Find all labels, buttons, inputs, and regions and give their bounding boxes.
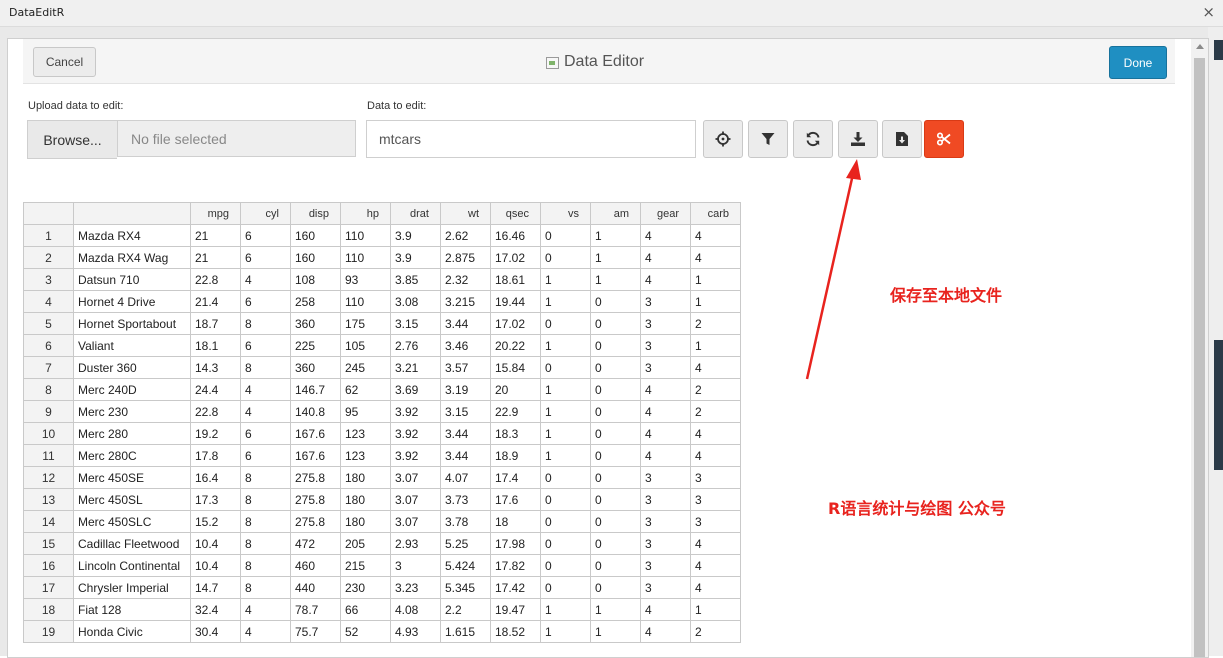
save-local-annotation: 保存至本地文件 (890, 286, 1003, 305)
background-edge-strip (1214, 340, 1223, 470)
window-title: DataEditR (9, 6, 65, 19)
background-edge-strip (1214, 40, 1223, 60)
watermark-text: R语言统计与绘图 公众号 (828, 499, 1006, 518)
window-titlebar: DataEditR × (0, 0, 1223, 27)
window-close-icon[interactable]: × (1202, 3, 1215, 21)
annotation-arrow (805, 159, 861, 380)
data-editor-dialog: Cancel Data Editor Done Upload data to e… (7, 38, 1209, 658)
